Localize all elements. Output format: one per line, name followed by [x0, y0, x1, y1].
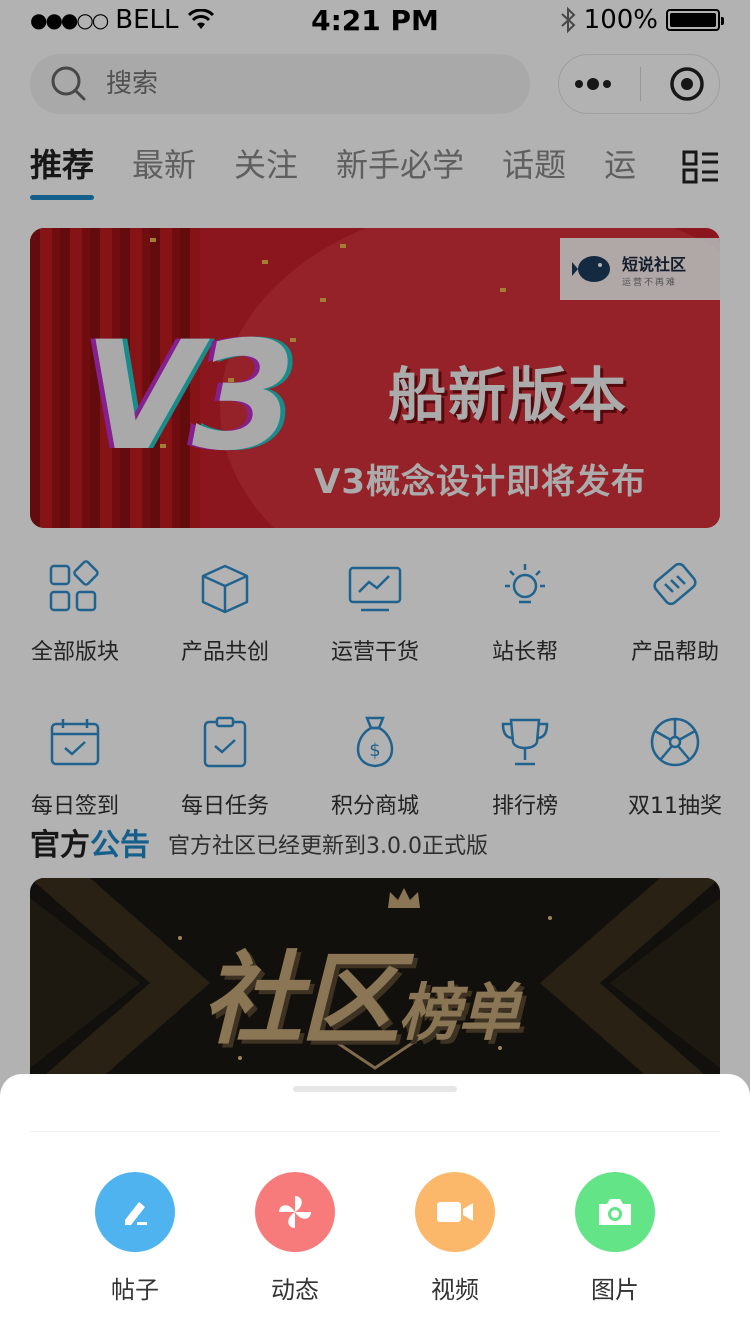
action-circle — [95, 1172, 175, 1252]
sheet-actions: 帖子 动态 视频 图片 — [0, 1172, 750, 1305]
action-circle — [575, 1172, 655, 1252]
sheet-handle[interactable] — [293, 1086, 457, 1092]
pinwheel-icon — [279, 1196, 311, 1228]
pencil-icon — [125, 1202, 147, 1225]
action-label: 动态 — [271, 1276, 319, 1304]
action-label: 图片 — [591, 1276, 639, 1304]
publish-post-button[interactable]: 帖子 — [55, 1172, 215, 1305]
action-label: 视频 — [431, 1276, 479, 1304]
camera-icon — [599, 1199, 631, 1225]
action-label: 帖子 — [111, 1276, 159, 1304]
publish-video-button[interactable]: 视频 — [375, 1172, 535, 1305]
publish-image-button[interactable]: 图片 — [535, 1172, 695, 1305]
video-camera-icon — [437, 1202, 473, 1222]
sheet-divider — [30, 1131, 720, 1132]
publish-moment-button[interactable]: 动态 — [215, 1172, 375, 1305]
action-circle — [415, 1172, 495, 1252]
publish-sheet: 帖子 动态 视频 图片 — [0, 1074, 750, 1334]
action-circle — [255, 1172, 335, 1252]
